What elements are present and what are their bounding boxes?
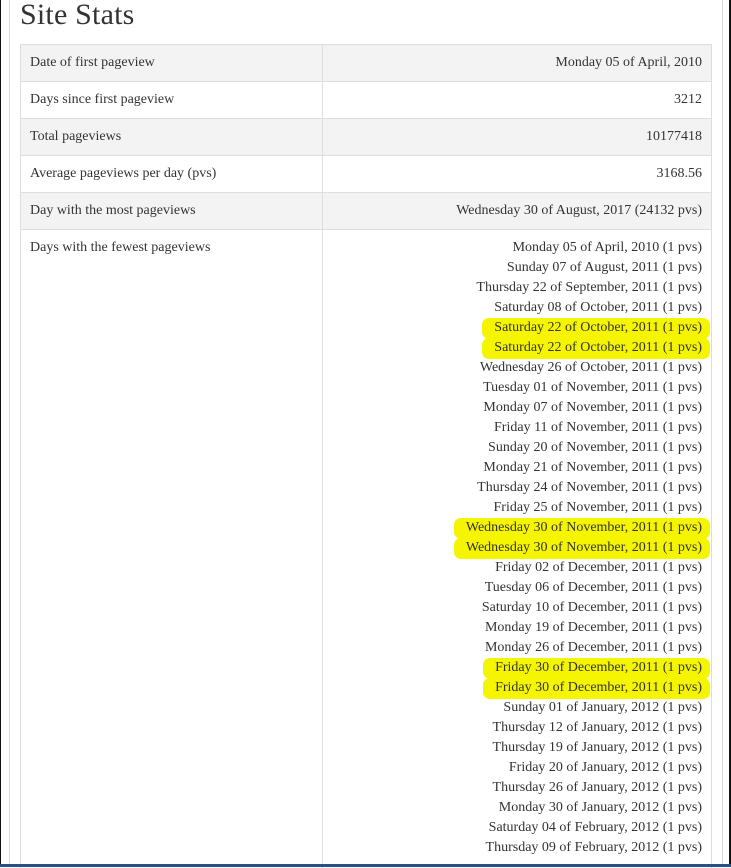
day-entry-text: Saturday 04 of February, 2012 (1 pvs) <box>489 820 702 835</box>
day-entry-text: Monday 30 of January, 2012 (1 pvs) <box>499 800 702 815</box>
content-border-left <box>9 0 10 867</box>
list-item: Saturday 22 of October, 2011 (1 pvs) <box>332 338 702 358</box>
day-entry-text: Saturday 10 of December, 2011 (1 pvs) <box>482 600 702 615</box>
day-entry-text: Friday 20 of January, 2012 (1 pvs) <box>509 760 702 775</box>
day-entry-text: Monday 05 of April, 2010 (1 pvs) <box>513 240 702 255</box>
list-item: Saturday 08 of October, 2011 (1 pvs) <box>332 298 702 318</box>
fewest-days-list: Monday 05 of April, 2010 (1 pvs) Sunday 0… <box>322 230 711 868</box>
table-row: Average pageviews per day (pvs) 3168.56 <box>21 156 712 193</box>
list-item: Wednesday 30 of November, 2011 (1 pvs) <box>332 538 702 558</box>
list-item: Monday 19 of December, 2011 (1 pvs) <box>332 618 702 638</box>
day-entry-text: Wednesday 26 of October, 2011 (1 pvs) <box>480 360 702 375</box>
list-item: Saturday 10 of December, 2011 (1 pvs) <box>332 598 702 618</box>
list-item: Thursday 19 of January, 2012 (1 pvs) <box>332 738 702 758</box>
day-entry-text: Wednesday 30 of November, 2011 (1 pvs) <box>466 520 702 535</box>
table-row: Days since first pageview 3212 <box>21 82 712 119</box>
stat-value: Monday 05 of April, 2010 <box>322 45 711 82</box>
list-item: Monday 26 of December, 2011 (1 pvs) <box>332 638 702 658</box>
table-row: Day with the most pageviews Wednesday 30… <box>21 193 712 230</box>
day-entry-text: Wednesday 30 of November, 2011 (1 pvs) <box>466 540 702 555</box>
window-frame-left <box>0 0 1 867</box>
list-item: Sunday 20 of November, 2011 (1 pvs) <box>332 438 702 458</box>
list-item: Friday 30 of December, 2011 (1 pvs) <box>332 658 702 678</box>
list-item: Friday 30 of December, 2011 (1 pvs) <box>332 678 702 698</box>
stat-label: Total pageviews <box>21 119 323 156</box>
list-item: Monday 21 of November, 2011 (1 pvs) <box>332 458 702 478</box>
list-item: Monday 30 of January, 2012 (1 pvs) <box>332 798 702 818</box>
list-item: Thursday 26 of January, 2012 (1 pvs) <box>332 778 702 798</box>
day-entry-text: Monday 26 of December, 2011 (1 pvs) <box>485 640 702 655</box>
day-entry-text: Friday 25 of November, 2011 (1 pvs) <box>494 500 703 515</box>
day-entry-text: Thursday 12 of January, 2012 (1 pvs) <box>493 720 702 735</box>
list-item: Wednesday 26 of October, 2011 (1 pvs) <box>332 358 702 378</box>
day-entry-text: Friday 30 of December, 2011 (1 pvs) <box>495 660 702 675</box>
fewest-days-row: Days with the fewest pageviews Monday 05… <box>21 230 712 868</box>
day-entry-text: Saturday 22 of October, 2011 (1 pvs) <box>494 340 702 355</box>
list-item: Thursday 24 of November, 2011 (1 pvs) <box>332 478 702 498</box>
day-entry-text: Friday 11 of November, 2011 (1 pvs) <box>494 420 702 435</box>
table-row: Date of first pageview Monday 05 of Apri… <box>21 45 712 82</box>
list-item: Saturday 04 of February, 2012 (1 pvs) <box>332 818 702 838</box>
stat-label: Date of first pageview <box>21 45 323 82</box>
list-item: Tuesday 01 of November, 2011 (1 pvs) <box>332 378 702 398</box>
day-entry-text: Thursday 24 of November, 2011 (1 pvs) <box>477 480 702 495</box>
day-entry-text: Thursday 22 of September, 2011 (1 pvs) <box>476 280 702 295</box>
content-border-right <box>722 0 723 867</box>
list-item: Sunday 07 of August, 2011 (1 pvs) <box>332 258 702 278</box>
day-entry-text: Thursday 09 of February, 2012 (1 pvs) <box>486 840 702 855</box>
day-entry-text: Monday 19 of December, 2011 (1 pvs) <box>485 620 702 635</box>
day-entry-text: Thursday 19 of January, 2012 (1 pvs) <box>493 740 702 755</box>
day-entry-text: Friday 30 of December, 2011 (1 pvs) <box>495 680 702 695</box>
stat-value: 3212 <box>322 82 711 119</box>
list-item: Monday 07 of November, 2011 (1 pvs) <box>332 398 702 418</box>
stat-value: Wednesday 30 of August, 2017 (24132 pvs) <box>322 193 711 230</box>
list-item: Friday 11 of November, 2011 (1 pvs) <box>332 418 702 438</box>
table-row: Total pageviews 10177418 <box>21 119 712 156</box>
day-entry-text: Sunday 20 of November, 2011 (1 pvs) <box>488 440 702 455</box>
stat-value: 3168.56 <box>322 156 711 193</box>
list-item: Friday 20 of January, 2012 (1 pvs) <box>332 758 702 778</box>
stat-label: Day with the most pageviews <box>21 193 323 230</box>
day-entry-text: Thursday 26 of January, 2012 (1 pvs) <box>493 780 702 795</box>
list-item: Thursday 12 of January, 2012 (1 pvs) <box>332 718 702 738</box>
site-stats-table: Date of first pageview Monday 05 of Apri… <box>20 44 712 868</box>
day-entry-text: Tuesday 01 of November, 2011 (1 pvs) <box>483 380 702 395</box>
day-entry-text: Sunday 07 of August, 2011 (1 pvs) <box>507 260 702 275</box>
list-item: Thursday 22 of September, 2011 (1 pvs) <box>332 278 702 298</box>
list-item: Friday 02 of December, 2011 (1 pvs) <box>332 558 702 578</box>
list-item: Thursday 09 of February, 2012 (1 pvs) <box>332 838 702 858</box>
stat-label: Days since first pageview <box>21 82 323 119</box>
list-item: Friday 25 of November, 2011 (1 pvs) <box>332 498 702 518</box>
day-entry-text: Saturday 08 of October, 2011 (1 pvs) <box>494 300 702 315</box>
list-item: Sunday 01 of January, 2012 (1 pvs) <box>332 698 702 718</box>
day-entry-text: Friday 02 of December, 2011 (1 pvs) <box>495 560 702 575</box>
day-entry-text: Sunday 01 of January, 2012 (1 pvs) <box>503 700 702 715</box>
page-title: Site Stats <box>20 0 135 32</box>
fewest-days-label: Days with the fewest pageviews <box>21 230 323 868</box>
list-item: Saturday 22 of October, 2011 (1 pvs) <box>332 318 702 338</box>
day-entry-text: Monday 21 of November, 2011 (1 pvs) <box>483 460 702 475</box>
day-entry-text: Tuesday 06 of December, 2011 (1 pvs) <box>485 580 702 595</box>
list-item: Monday 05 of April, 2010 (1 pvs) <box>332 238 702 258</box>
day-entry-text: Monday 07 of November, 2011 (1 pvs) <box>483 400 702 415</box>
stat-label: Average pageviews per day (pvs) <box>21 156 323 193</box>
day-entry-text: Saturday 22 of October, 2011 (1 pvs) <box>494 320 702 335</box>
list-item: Tuesday 06 of December, 2011 (1 pvs) <box>332 578 702 598</box>
list-item: Wednesday 30 of November, 2011 (1 pvs) <box>332 518 702 538</box>
stat-value: 10177418 <box>322 119 711 156</box>
